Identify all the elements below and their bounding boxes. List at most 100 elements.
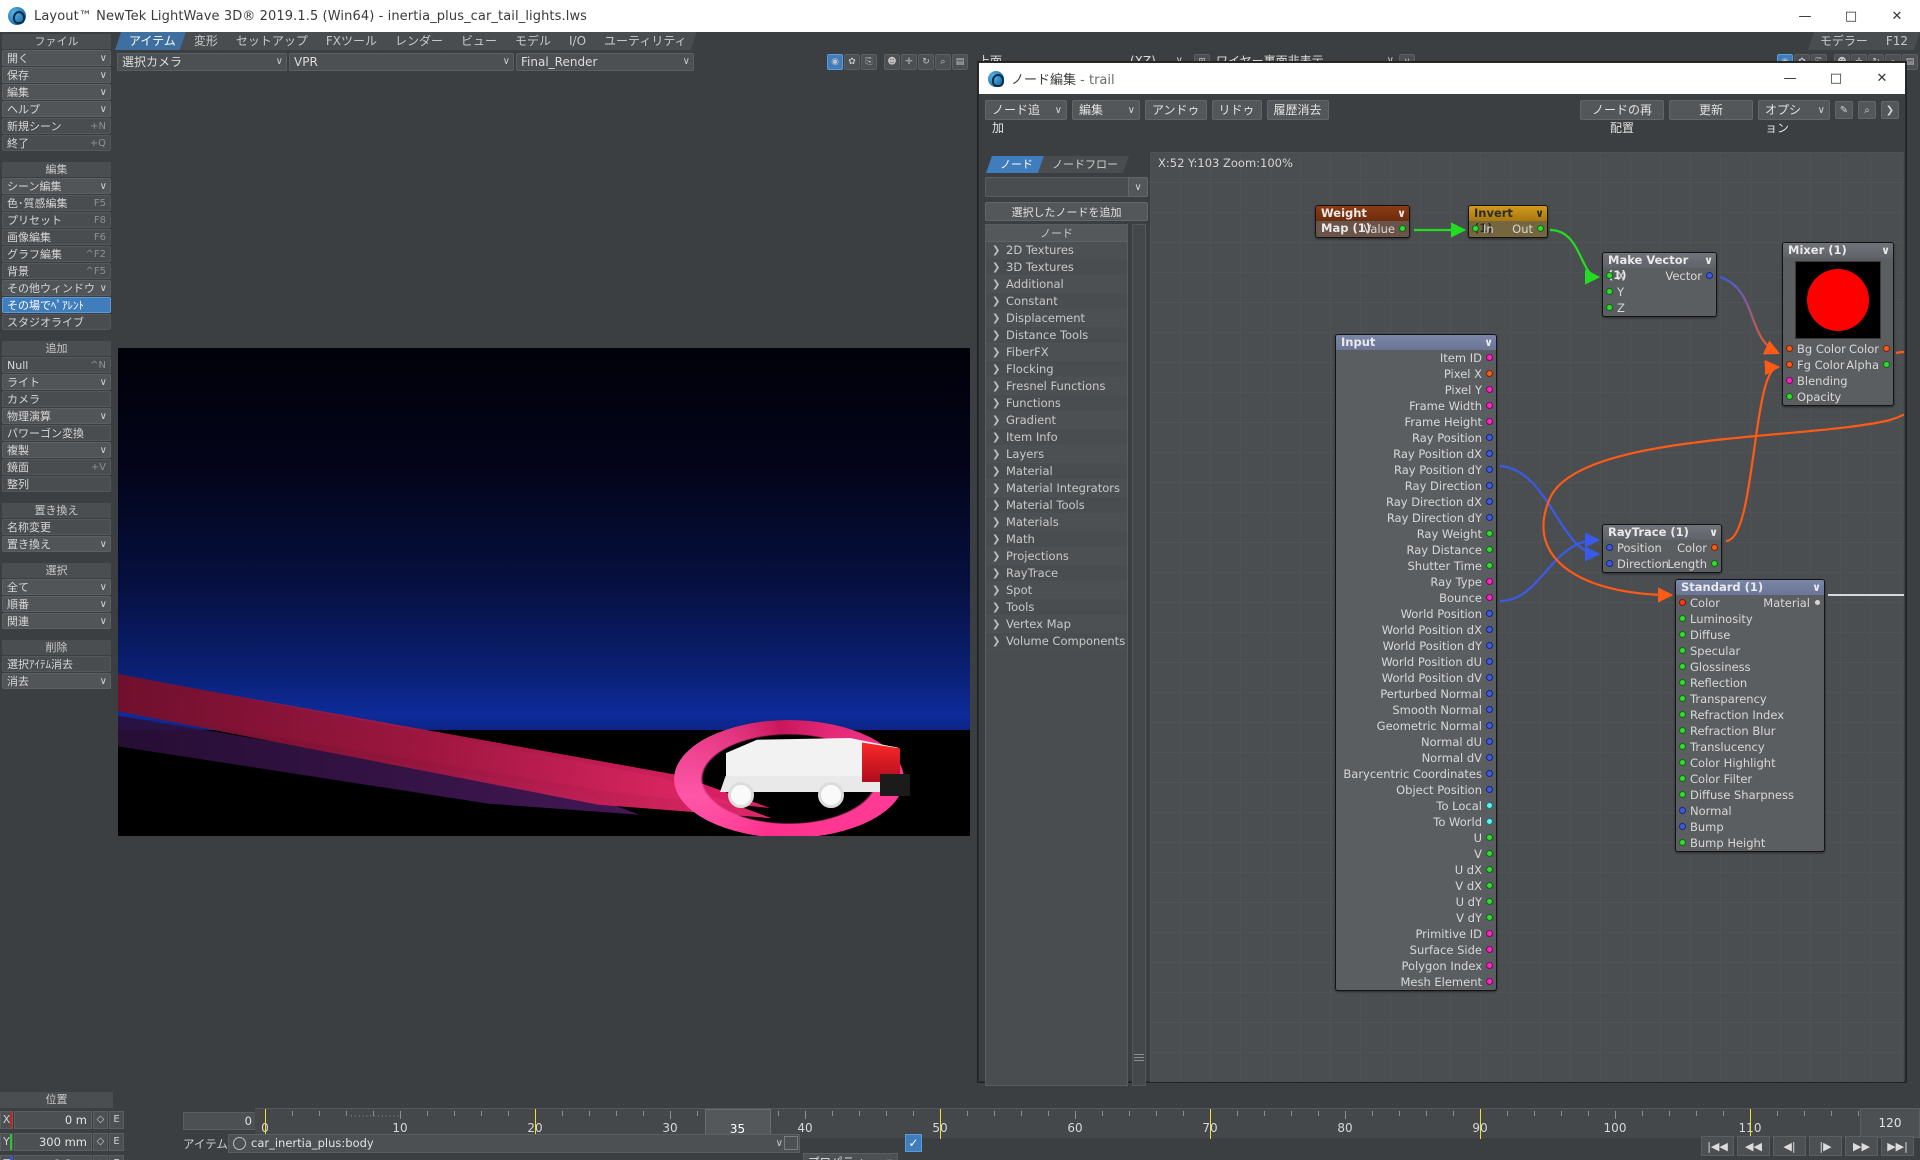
settings-gear-icon[interactable]: ✿ bbox=[844, 54, 860, 70]
output-port-alpha[interactable] bbox=[1883, 361, 1890, 368]
sidebar-item-カメラ[interactable]: カメラ bbox=[2, 391, 111, 407]
input-port-reflection[interactable] bbox=[1679, 679, 1686, 686]
input-port-color-highlight[interactable] bbox=[1679, 759, 1686, 766]
output-port-ray-position-dy[interactable] bbox=[1486, 466, 1493, 473]
input-port-bump-height[interactable] bbox=[1679, 839, 1686, 846]
output-port-world-position-dv[interactable] bbox=[1486, 674, 1493, 681]
output-port-world-position-du[interactable] bbox=[1486, 658, 1493, 665]
output-port-world-position-dy[interactable] bbox=[1486, 642, 1493, 649]
tab-ユーティリティ[interactable]: ユーティリティ bbox=[590, 32, 697, 50]
transport-button-2[interactable]: ◀| bbox=[1773, 1136, 1806, 1156]
render-preset-select[interactable]: Final_Render ∨ bbox=[516, 53, 694, 71]
render-viewport[interactable] bbox=[118, 348, 970, 836]
output-port-mesh-element[interactable] bbox=[1486, 978, 1493, 985]
node-standard-header[interactable]: Standard (1) ∨ bbox=[1676, 580, 1824, 595]
sidebar-item-整列[interactable]: 整列 bbox=[2, 476, 111, 492]
output-port-frame-height[interactable] bbox=[1486, 418, 1493, 425]
sidebar-item-スタジオライブ[interactable]: スタジオライブ bbox=[2, 314, 111, 330]
output-port-length[interactable] bbox=[1711, 560, 1718, 567]
sidebar-item-編集[interactable]: 編集 ∨ bbox=[2, 84, 111, 100]
axis-key-icon-X[interactable]: ◇ bbox=[93, 1111, 108, 1129]
node-make_vector-header[interactable]: Make Vector (1) ∨ bbox=[1603, 253, 1716, 282]
output-port-item-id[interactable] bbox=[1486, 354, 1493, 361]
node-category-spot[interactable]: ❯ Spot bbox=[986, 582, 1127, 599]
sidebar-item-色･質感編集[interactable]: 色･質感編集 F5 bbox=[2, 195, 111, 211]
sidebar-item-その場でﾍﾟｱﾚﾝﾄ[interactable]: その場でﾍﾟｱﾚﾝﾄ bbox=[2, 297, 111, 313]
update-button[interactable]: 更新 bbox=[1669, 100, 1753, 120]
node-editor-tab-ノード[interactable]: ノード bbox=[986, 156, 1044, 173]
export-icon[interactable]: ⎘ bbox=[861, 54, 877, 70]
sidebar-item-グラフ編集[interactable]: グラフ編集 ^F2 bbox=[2, 246, 111, 262]
node-mixer-header[interactable]: Mixer (1) ∨ bbox=[1783, 243, 1893, 258]
input-port-fg-color[interactable] bbox=[1786, 361, 1793, 368]
axis-value-X[interactable]: 0 m bbox=[14, 1111, 92, 1129]
node-category-volume-components[interactable]: ❯ Volume Components bbox=[986, 633, 1127, 650]
output-port-frame-width[interactable] bbox=[1486, 402, 1493, 409]
axis-key-icon-Z[interactable]: ◇ bbox=[93, 1155, 108, 1160]
clear-history-button[interactable]: 履歴消去 bbox=[1266, 100, 1329, 120]
node-editor-maximize-button[interactable]: □ bbox=[1813, 63, 1859, 94]
selected-item-field[interactable]: car_inertia_plus:body ∨ bbox=[228, 1134, 800, 1153]
node-standard[interactable]: Standard (1) ∨ Color Material Luminosity Diff… bbox=[1675, 579, 1825, 852]
chevron-down-icon[interactable]: ∨ bbox=[1484, 335, 1493, 350]
input-port-diffuse[interactable] bbox=[1679, 631, 1686, 638]
sidebar-item-名称変更[interactable]: 名称変更 bbox=[2, 519, 111, 535]
output-port-normal-dv[interactable] bbox=[1486, 754, 1493, 761]
node-category-material-components[interactable]: ❯Material Components bbox=[986, 463, 1127, 495]
node-category-raytrace[interactable]: ❯ RayTrace bbox=[986, 565, 1127, 582]
chevron-down-icon[interactable]: ∨ bbox=[1709, 525, 1718, 540]
sidebar-item-全て[interactable]: 全て ∨ bbox=[2, 579, 111, 595]
node-raytrace[interactable]: RayTrace (1) ∨ Position Color Direction Lengt… bbox=[1602, 524, 1722, 573]
move-icon[interactable]: ✛ bbox=[901, 54, 917, 70]
sidebar-item-関連[interactable]: 関連 ∨ bbox=[2, 613, 111, 629]
sidebar-item-物理演算[interactable]: 物理演算 ∨ bbox=[2, 408, 111, 424]
search-icon[interactable]: ⌕ bbox=[1858, 101, 1876, 119]
sidebar-item-保存[interactable]: 保存 ∨ bbox=[2, 67, 111, 83]
rearrange-nodes-button[interactable]: ノードの再配置 bbox=[1580, 100, 1664, 135]
input-port-bg-color[interactable] bbox=[1786, 345, 1793, 352]
transport-button-5[interactable]: ▶▶| bbox=[1881, 1136, 1914, 1156]
sidebar-item-パワーゴン変換[interactable]: パワーゴン変換 bbox=[2, 425, 111, 441]
node-category-constant[interactable]: ❯ Constant bbox=[986, 293, 1127, 310]
transport-button-4[interactable]: ▶▶ bbox=[1845, 1136, 1878, 1156]
node-category-material-tools[interactable]: ❯ Material Tools bbox=[986, 497, 1127, 514]
node-category-distance-tools[interactable]: ❯ Distance Tools bbox=[986, 327, 1127, 344]
transport-button-0[interactable]: |◀◀ bbox=[1701, 1136, 1734, 1156]
node-raytrace-header[interactable]: RayTrace (1) ∨ bbox=[1603, 525, 1721, 540]
output-port-smooth-normal[interactable] bbox=[1486, 706, 1493, 713]
output-port-ray-type[interactable] bbox=[1486, 578, 1493, 585]
rotate-icon[interactable]: ↻ bbox=[918, 54, 934, 70]
input-port-diffuse-sharpness[interactable] bbox=[1679, 791, 1686, 798]
node-mixer[interactable]: Mixer (1) ∨ Bg Color Color Fg Color Alpha Blen… bbox=[1782, 242, 1894, 406]
node-editor-minimize-button[interactable]: — bbox=[1767, 63, 1813, 94]
output-port-barycentric-coordinates[interactable] bbox=[1486, 770, 1493, 777]
input-port-glossiness[interactable] bbox=[1679, 663, 1686, 670]
output-port-ray-direction[interactable] bbox=[1486, 482, 1493, 489]
node-list-scrollbar[interactable] bbox=[1132, 224, 1146, 1086]
input-port-normal[interactable] bbox=[1679, 807, 1686, 814]
input-port-z[interactable] bbox=[1606, 304, 1613, 311]
output-port-v[interactable] bbox=[1486, 850, 1493, 857]
node-invert[interactable]: Invert (1) ∨ In Out bbox=[1468, 205, 1548, 238]
tab-モデル[interactable]: モデル bbox=[501, 32, 561, 50]
output-port-ray-position[interactable] bbox=[1486, 434, 1493, 441]
sidebar-item-鏡面[interactable]: 鏡面 +V bbox=[2, 459, 111, 475]
sidebar-item-順番[interactable]: 順番 ∨ bbox=[2, 596, 111, 612]
node-category-math[interactable]: ❯ Math bbox=[986, 531, 1127, 548]
add-selected-node-button[interactable]: 選択したノードを追加 bbox=[985, 202, 1148, 221]
node-category-displacement[interactable]: ❯ Displacement bbox=[986, 310, 1127, 327]
sidebar-item-背景[interactable]: 背景 ^F5 bbox=[2, 263, 111, 279]
axis-enable-button-Z[interactable]: E bbox=[109, 1155, 124, 1160]
node-category-additional[interactable]: ❯ Additional bbox=[986, 276, 1127, 293]
properties-button[interactable]: プロパティ p bbox=[803, 1153, 898, 1160]
sidebar-item-選択ｱｲﾃﾑ消去[interactable]: 選択ｱｲﾃﾑ消去 bbox=[2, 656, 111, 672]
node-invert-header[interactable]: Invert (1) ∨ bbox=[1469, 206, 1547, 235]
maximize-button[interactable]: □ bbox=[1828, 0, 1874, 32]
sidebar-item-Null[interactable]: Null ^N bbox=[2, 357, 111, 373]
head-icon[interactable]: ☻ bbox=[884, 54, 900, 70]
tab-I/O[interactable]: I/O bbox=[555, 32, 596, 50]
output-port-u-dx[interactable] bbox=[1486, 866, 1493, 873]
input-port-y[interactable] bbox=[1606, 288, 1613, 295]
autokey-checkbox[interactable]: ✓ bbox=[905, 1134, 922, 1152]
input-port-refraction-index[interactable] bbox=[1679, 711, 1686, 718]
